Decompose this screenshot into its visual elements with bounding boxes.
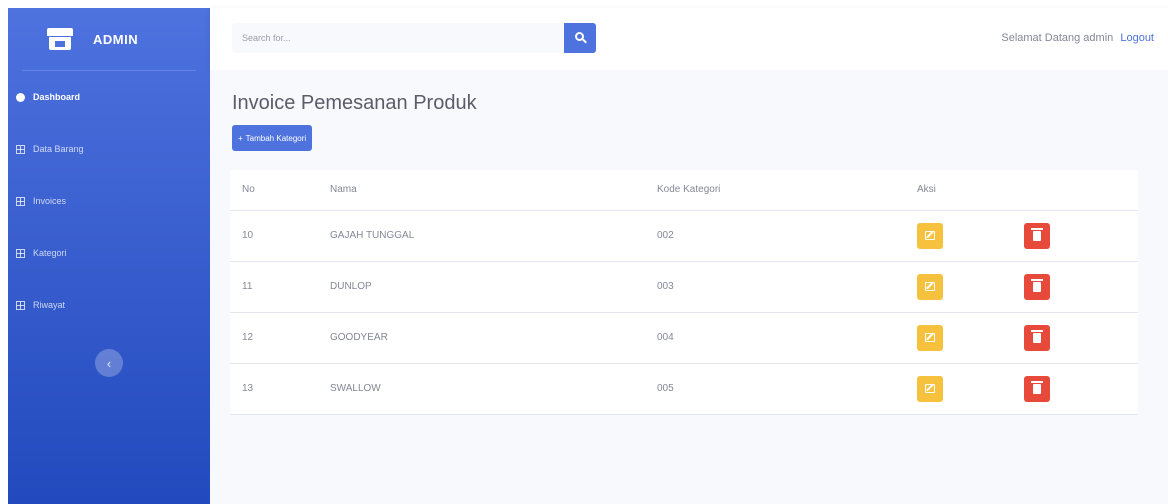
brand-text: ADMIN bbox=[93, 31, 139, 47]
table-icon bbox=[16, 196, 25, 206]
search-input[interactable] bbox=[232, 23, 564, 53]
cell-edit bbox=[907, 312, 1024, 364]
edit-icon bbox=[925, 231, 935, 240]
store-icon bbox=[47, 28, 73, 50]
table-header-row: No Nama Kode Kategori Aksi bbox=[230, 170, 1138, 211]
cell-nama: SWALLOW bbox=[320, 363, 647, 415]
cell-no: 11 bbox=[230, 261, 320, 313]
add-category-label: Tambah Kategori bbox=[245, 133, 307, 143]
edit-button[interactable] bbox=[917, 324, 943, 351]
search-button[interactable] bbox=[564, 23, 596, 53]
category-table: No Nama Kode Kategori Aksi 10 GAJAH TUNG… bbox=[230, 170, 1138, 415]
cell-edit bbox=[907, 210, 1024, 262]
chevron-left-icon: ‹ bbox=[106, 355, 112, 371]
sidebar-item-label: Kategori bbox=[33, 248, 67, 258]
sidebar-item-dashboard[interactable]: Dashboard bbox=[8, 71, 210, 123]
header-nama: Nama bbox=[320, 170, 647, 211]
trash-icon bbox=[1031, 278, 1043, 292]
cell-nama: DUNLOP bbox=[320, 261, 647, 313]
cell-kode: 004 bbox=[647, 312, 907, 364]
edit-icon bbox=[925, 282, 935, 291]
sidebar-item-label: Dashboard bbox=[33, 92, 81, 102]
plus-icon: + bbox=[238, 133, 243, 143]
user-greeting: Selamat Datang admin Logout bbox=[1001, 32, 1154, 44]
search-group bbox=[232, 23, 596, 53]
edit-icon bbox=[925, 384, 935, 393]
trash-icon bbox=[1031, 329, 1043, 343]
cell-kode: 003 bbox=[647, 261, 907, 313]
cell-kode: 002 bbox=[647, 210, 907, 262]
category-table-card: No Nama Kode Kategori Aksi 10 GAJAH TUNG… bbox=[230, 170, 1138, 415]
edit-button[interactable] bbox=[917, 222, 943, 249]
sidebar-item-invoices[interactable]: Invoices bbox=[8, 175, 210, 227]
delete-button[interactable] bbox=[1024, 222, 1050, 249]
header-no: No bbox=[230, 170, 320, 211]
table-icon bbox=[16, 300, 25, 310]
sidebar-item-riwayat[interactable]: Riwayat bbox=[8, 279, 210, 331]
table-row: 10 GAJAH TUNGGAL 002 bbox=[230, 210, 1138, 262]
sidebar-item-label: Data Barang bbox=[33, 144, 84, 154]
trash-icon bbox=[1031, 227, 1043, 241]
cell-no: 13 bbox=[230, 363, 320, 415]
page-title: Invoice Pemesanan Produk bbox=[232, 92, 477, 114]
sidebar-item-kategori[interactable]: Kategori bbox=[8, 227, 210, 279]
cell-delete bbox=[1024, 210, 1138, 262]
cell-kode: 005 bbox=[647, 363, 907, 415]
cell-nama: GAJAH TUNGGAL bbox=[320, 210, 647, 262]
table-icon bbox=[16, 144, 25, 154]
header-aksi: Aksi bbox=[907, 170, 1024, 211]
cell-delete bbox=[1024, 261, 1138, 313]
cell-delete bbox=[1024, 363, 1138, 415]
logout-link[interactable]: Logout bbox=[1120, 32, 1154, 44]
cell-edit bbox=[907, 363, 1024, 415]
delete-button[interactable] bbox=[1024, 324, 1050, 351]
cell-no: 10 bbox=[230, 210, 320, 262]
cell-edit bbox=[907, 261, 1024, 313]
delete-button[interactable] bbox=[1024, 375, 1050, 402]
sidebar-item-label: Invoices bbox=[33, 196, 67, 206]
add-category-button[interactable]: + Tambah Kategori bbox=[232, 125, 313, 151]
table-row: 12 GOODYEAR 004 bbox=[230, 312, 1138, 364]
header-aksi-spacer bbox=[1024, 170, 1138, 211]
sidebar-item-data-barang[interactable]: Data Barang bbox=[8, 123, 210, 175]
welcome-text: Selamat Datang admin bbox=[1001, 32, 1114, 44]
table-row: 13 SWALLOW 005 bbox=[230, 363, 1138, 415]
delete-button[interactable] bbox=[1024, 273, 1050, 300]
trash-icon bbox=[1031, 380, 1043, 394]
sidebar-toggle-wrap: ‹ bbox=[8, 331, 210, 377]
edit-button[interactable] bbox=[917, 375, 943, 402]
sidebar-brand[interactable]: ADMIN bbox=[8, 8, 210, 70]
edit-icon bbox=[925, 333, 935, 342]
header-kode-kategori: Kode Kategori bbox=[647, 170, 907, 211]
sidebar: ADMIN Dashboard Data Barang Invoices Kat… bbox=[8, 8, 210, 504]
table-row: 11 DUNLOP 003 bbox=[230, 261, 1138, 313]
sidebar-toggle-button[interactable]: ‹ bbox=[95, 349, 123, 377]
cell-delete bbox=[1024, 312, 1138, 364]
sidebar-item-label: Riwayat bbox=[33, 300, 66, 310]
edit-button[interactable] bbox=[917, 273, 943, 300]
cell-no: 12 bbox=[230, 312, 320, 364]
main-content: Invoice Pemesanan Produk + Tambah Katego… bbox=[210, 70, 1168, 504]
table-icon bbox=[16, 248, 25, 258]
dashboard-icon bbox=[16, 92, 25, 102]
topbar: Selamat Datang admin Logout bbox=[210, 8, 1168, 70]
cell-nama: GOODYEAR bbox=[320, 312, 647, 364]
